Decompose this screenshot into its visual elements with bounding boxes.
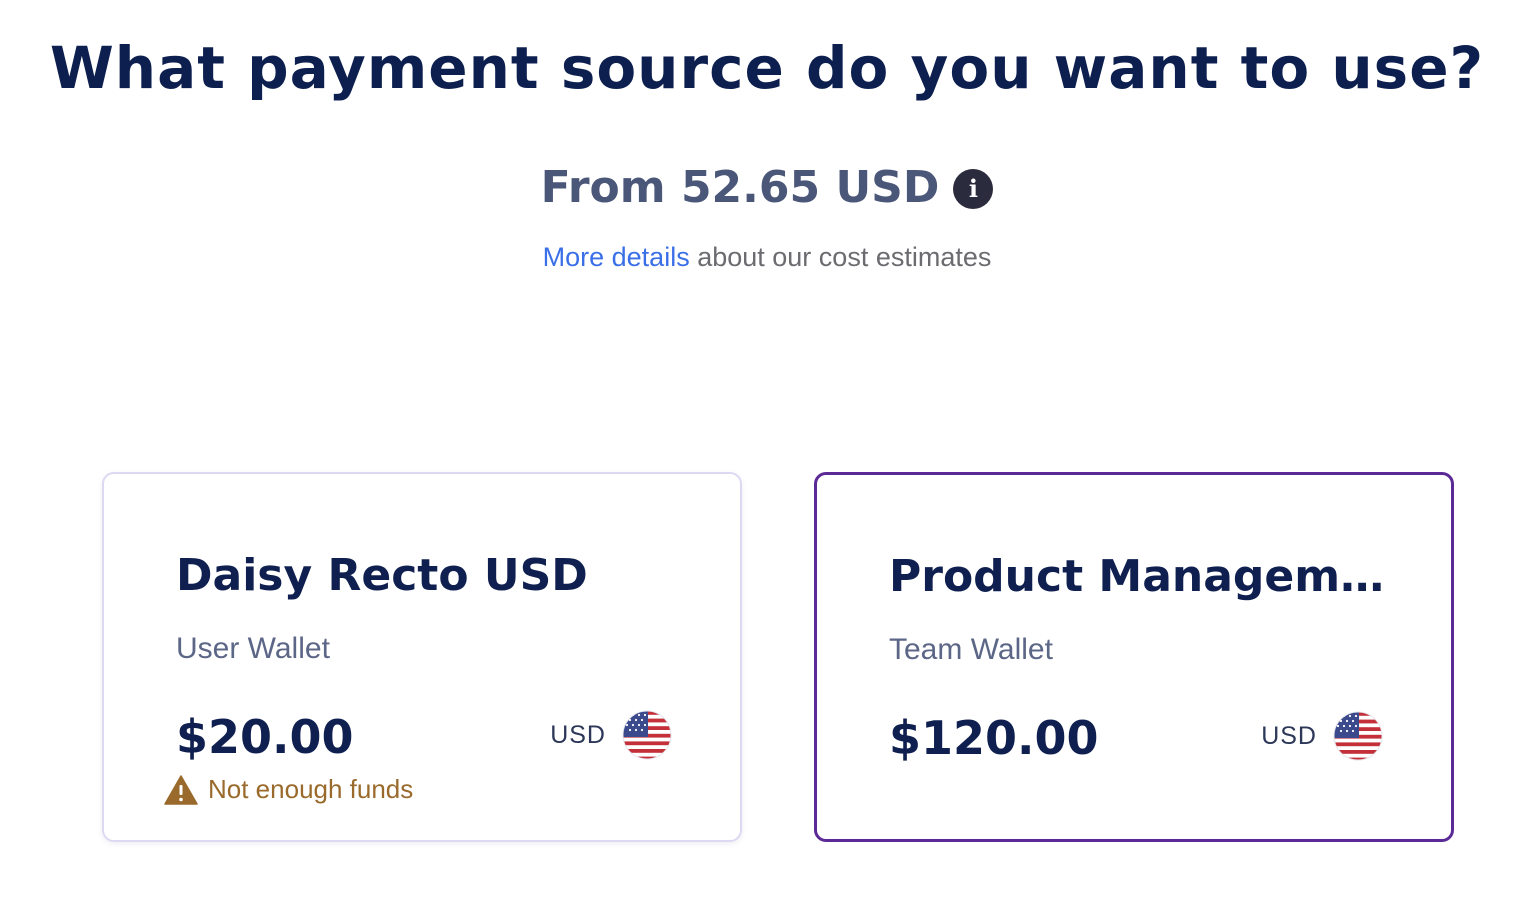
- currency-indicator: USD: [550, 710, 672, 760]
- us-flag-icon: [622, 710, 672, 760]
- wallet-type: User Wallet: [176, 632, 330, 665]
- warning-text: Not enough funds: [208, 774, 414, 804]
- cost-estimate-row: From 52.65 USD i: [0, 162, 1534, 213]
- cost-details-text: More details about our cost estimates: [0, 242, 1534, 273]
- more-details-link[interactable]: More details: [543, 242, 690, 272]
- wallet-card-team[interactable]: Product Managem… Team Wallet $120.00 USD: [814, 472, 1454, 842]
- warning-icon: [164, 774, 198, 805]
- currency-code: USD: [550, 720, 606, 749]
- wallet-type: Team Wallet: [889, 633, 1053, 666]
- wallet-name: Daisy Recto USD: [176, 550, 588, 601]
- currency-indicator: USD: [1261, 711, 1383, 761]
- page-title: What payment source do you want to use?: [49, 34, 1485, 102]
- wallet-name: Product Managem…: [889, 551, 1385, 602]
- details-suffix: about our cost estimates: [689, 242, 992, 272]
- wallet-balance: $20.00: [176, 710, 354, 764]
- cost-estimate: From 52.65 USD: [540, 162, 940, 213]
- wallet-card-user[interactable]: Daisy Recto USD User Wallet $20.00 USD N…: [102, 472, 742, 842]
- info-icon[interactable]: i: [953, 168, 994, 209]
- insufficient-funds-warning: Not enough funds: [164, 774, 413, 805]
- currency-code: USD: [1261, 721, 1317, 750]
- wallet-balance: $120.00: [889, 711, 1099, 765]
- us-flag-icon: [1333, 711, 1383, 761]
